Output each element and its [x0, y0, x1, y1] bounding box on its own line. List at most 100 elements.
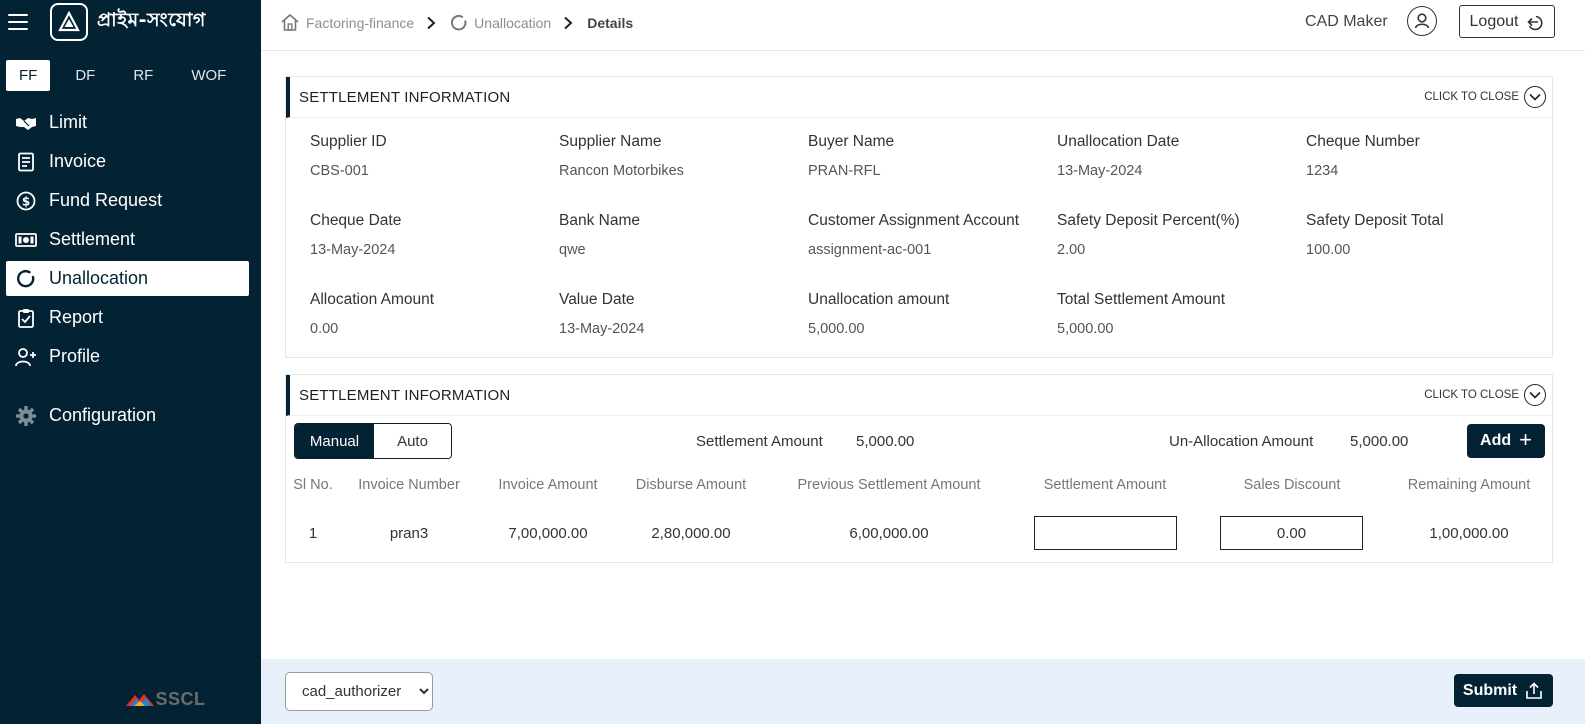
field-value: 2.00: [1057, 242, 1086, 258]
column-header: Disburse Amount: [635, 477, 747, 493]
sidebar-item-limit[interactable]: Limit: [6, 105, 249, 140]
circle-notch-icon: [451, 14, 467, 30]
field-supplier-id: Supplier ID CBS-001: [310, 133, 559, 212]
logout-button[interactable]: Logout: [1459, 5, 1555, 38]
click-to-close-button[interactable]: CLICK TO CLOSE: [1424, 86, 1546, 108]
mode-manual-button[interactable]: Manual: [295, 424, 374, 458]
submit-label: Submit: [1462, 681, 1518, 699]
field-value: 5,000.00: [808, 321, 865, 337]
field-label: Allocation Amount: [310, 291, 435, 308]
sidebar-item-label: Fund Request: [49, 190, 163, 210]
field-cheque-number: Cheque Number 1234: [1306, 133, 1555, 212]
field-label: Customer Assignment Account: [808, 212, 1020, 229]
gear-icon: [14, 405, 38, 426]
card-header: SETTLEMENT INFORMATION CLICK TO CLOSE: [286, 375, 1552, 416]
mode-auto-button[interactable]: Auto: [374, 424, 451, 458]
card-header: SETTLEMENT INFORMATION CLICK TO CLOSE: [286, 77, 1552, 118]
cell-previous-settlement-amount: 6,00,000.00: [849, 525, 929, 542]
sidebar-item-settlement[interactable]: Settlement: [6, 222, 249, 257]
plus-icon: +: [1519, 426, 1532, 452]
sidebar-item-fund-request[interactable]: $ Fund Request: [6, 183, 249, 218]
sidebar-header: প্রাইম-সংযোগ: [0, 0, 261, 44]
field-value: 100.00: [1306, 242, 1351, 258]
unallocation-amount-value: 5,000.00: [1350, 433, 1409, 450]
sidebar-item-label: Invoice: [49, 151, 107, 171]
sidebar-item-profile[interactable]: Profile: [6, 339, 249, 374]
clipboard-icon: [14, 308, 38, 328]
home-icon: [281, 13, 299, 31]
user-avatar-icon[interactable]: [1407, 6, 1437, 36]
field-total-settlement-amount: Total Settlement Amount 5,000.00: [1057, 291, 1306, 370]
settlement-toolbar: Manual Auto Settlement Amount 5,000.00 U…: [286, 416, 1552, 462]
chevron-down-circle-icon: [1524, 86, 1546, 108]
breadcrumb-item-factoring-finance[interactable]: Factoring-finance: [280, 13, 414, 32]
tab-wof[interactable]: WOF: [178, 60, 239, 91]
field-label: Supplier Name: [559, 133, 662, 150]
submit-button[interactable]: Submit: [1454, 674, 1553, 707]
field-value: 13-May-2024: [1057, 163, 1143, 179]
chevron-right-icon: [426, 16, 436, 30]
tab-ff[interactable]: FF: [6, 60, 51, 91]
settlement-amount-input[interactable]: [1034, 516, 1177, 550]
cell-remaining-amount: 1,00,000.00: [1429, 525, 1509, 542]
click-to-close-label: CLICK TO CLOSE: [1424, 91, 1519, 103]
field-unallocation-amount: Unallocation amount 5,000.00: [808, 291, 1057, 370]
brand-name: প্রাইম-সংযোগ: [97, 9, 206, 31]
click-to-close-button[interactable]: CLICK TO CLOSE: [1424, 384, 1546, 406]
role-select[interactable]: cad_authorizer: [285, 672, 433, 711]
field-label: Unallocation Date: [1057, 133, 1180, 150]
click-to-close-label: CLICK TO CLOSE: [1424, 389, 1519, 401]
field-value: 1234: [1306, 163, 1339, 179]
field-label: Value Date: [559, 291, 635, 308]
column-header: Sales Discount: [1243, 477, 1341, 493]
cell-disburse-amount: 2,80,000.00: [651, 525, 731, 542]
field-safety-deposit-percent: Safety Deposit Percent(%) 2.00: [1057, 212, 1306, 291]
cell-invoice-number: pran3: [389, 525, 429, 542]
breadcrumb-item-details: Details: [587, 14, 634, 31]
sscl-logo-icon: [126, 693, 155, 706]
invoice-icon: [14, 152, 38, 172]
sidebar-item-label: Unallocation: [49, 268, 149, 288]
dollar-circle-icon: $: [14, 191, 38, 211]
column-header: Invoice Number: [358, 477, 460, 493]
sidebar-item-report[interactable]: Report: [6, 300, 249, 335]
field-label: Total Settlement Amount: [1057, 291, 1226, 308]
field-supplier-name: Supplier Name Rancon Motorbikes: [559, 133, 808, 212]
field-label: Safety Deposit Percent(%): [1057, 212, 1240, 229]
sidebar-item-label: Report: [49, 307, 104, 327]
user-plus-icon: [14, 347, 38, 367]
logout-icon: [1527, 15, 1543, 30]
add-button[interactable]: Add +: [1467, 424, 1545, 458]
field-label: Cheque Number: [1306, 133, 1420, 150]
field-value: 13-May-2024: [559, 321, 645, 337]
field-value: assignment-ac-001: [808, 242, 932, 258]
sidebar-item-unallocation[interactable]: Unallocation: [6, 261, 249, 296]
logout-label: Logout: [1469, 12, 1519, 30]
sidebar: প্রাইম-সংযোগ FF DF RF WOF Limit Invoice …: [0, 0, 261, 724]
sidebar-item-invoice[interactable]: Invoice: [6, 144, 249, 179]
tab-df[interactable]: DF: [62, 60, 108, 91]
sscl-logo: SSCL: [125, 689, 205, 710]
breadcrumb-item-unallocation[interactable]: Unallocation: [450, 14, 551, 32]
circle-notch-icon: [14, 269, 38, 289]
sscl-logo-text: SSCL: [155, 689, 206, 709]
chevron-down-circle-icon: [1524, 384, 1546, 406]
cash-icon: [14, 230, 38, 250]
breadcrumb: Factoring-finance Unallocation Details: [280, 13, 633, 32]
card-title: SETTLEMENT INFORMATION: [299, 88, 511, 106]
column-header: Sl No.: [293, 477, 333, 493]
action-footer: cad_authorizer Submit: [261, 659, 1585, 724]
cell-sl-no: 1: [308, 525, 318, 542]
field-allocation-amount: Allocation Amount 0.00: [310, 291, 559, 370]
column-header: Previous Settlement Amount: [797, 477, 981, 493]
field-value-date: Value Date 13-May-2024: [559, 291, 808, 370]
field-value: PRAN-RFL: [808, 163, 881, 179]
hamburger-menu-icon[interactable]: [8, 14, 28, 30]
tab-rf[interactable]: RF: [120, 60, 166, 91]
sidebar-menu: Limit Invoice $ Fund Request Settlement …: [0, 105, 261, 433]
sidebar-item-configuration[interactable]: Configuration: [6, 398, 249, 433]
field-customer-assignment-account: Customer Assignment Account assignment-ac…: [808, 212, 1057, 291]
cell-invoice-amount: 7,00,000.00: [508, 525, 588, 542]
sales-discount-input[interactable]: [1220, 516, 1363, 550]
sidebar-item-label: Limit: [49, 112, 88, 132]
